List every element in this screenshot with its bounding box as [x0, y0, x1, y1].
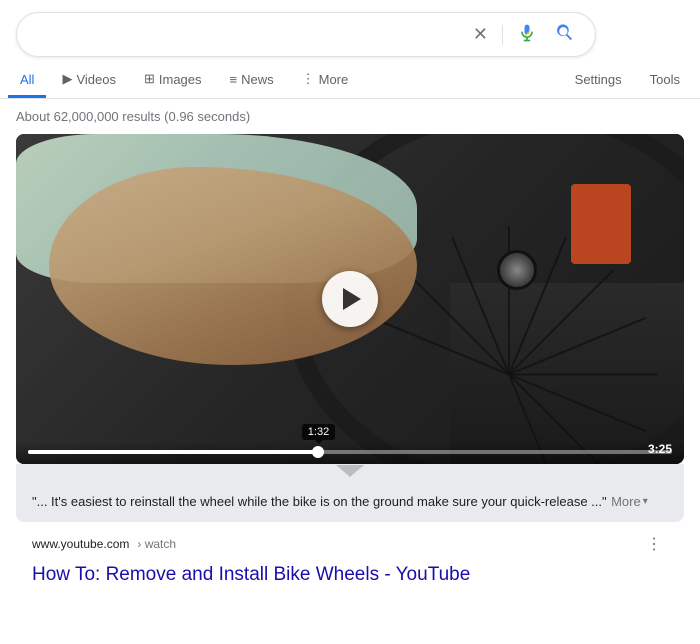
tab-news[interactable]: ≡ News: [218, 64, 286, 98]
tab-images-label: Images: [159, 72, 202, 87]
search-icon: [555, 23, 575, 43]
search-bar: how to install the wheel on a bike ✕: [16, 12, 596, 57]
snippet-more-button[interactable]: More ▾: [611, 494, 648, 509]
source-url-row: www.youtube.com › watch ⋮: [16, 522, 684, 560]
tab-all-label: All: [20, 72, 34, 87]
tab-news-label: News: [241, 72, 274, 87]
tools-button[interactable]: Tools: [638, 64, 692, 98]
tab-more[interactable]: ⋮ More: [290, 63, 361, 98]
nav-right-controls: Settings Tools: [563, 64, 700, 98]
results-count: About 62,000,000 results (0.96 seconds): [0, 99, 700, 134]
voice-search-button[interactable]: [513, 21, 541, 48]
video-result-card: 1:32 3:25: [16, 134, 684, 464]
search-input[interactable]: how to install the wheel on a bike: [33, 26, 469, 44]
settings-button[interactable]: Settings: [563, 64, 634, 98]
progress-bar[interactable]: 1:32: [28, 450, 672, 454]
progress-fill: [28, 450, 318, 454]
images-icon: ⊞: [144, 71, 155, 87]
news-icon: ≡: [230, 72, 238, 87]
tab-images[interactable]: ⊞ Images: [132, 63, 214, 98]
play-triangle-icon: [343, 288, 361, 310]
search-submit-button[interactable]: [551, 21, 579, 48]
duration-label: 3:25: [648, 442, 672, 456]
videos-icon: ▶: [62, 71, 72, 87]
results-count-text: About 62,000,000 results (0.96 seconds): [16, 109, 250, 124]
microphone-icon: [517, 23, 537, 43]
result-title-text: How To: Remove and Install Bike Wheels -…: [32, 564, 470, 585]
wheel-hub: [497, 250, 537, 290]
result-menu-button[interactable]: ⋮: [640, 532, 668, 556]
caret-down-icon: [336, 465, 364, 477]
chevron-down-icon: ▾: [643, 496, 648, 507]
video-thumbnail[interactable]: 1:32 3:25: [16, 134, 684, 464]
icon-divider: [502, 25, 503, 45]
search-header: how to install the wheel on a bike ✕: [0, 0, 700, 57]
source-domain: www.youtube.com: [32, 537, 129, 551]
search-icons: ✕: [469, 21, 579, 48]
spoke-1: [508, 226, 510, 375]
result-title-link[interactable]: How To: Remove and Install Bike Wheels -…: [16, 560, 684, 601]
tab-more-label: More: [319, 72, 349, 87]
snippet-more-label: More: [611, 494, 641, 509]
video-controls: 1:32 3:25: [16, 442, 684, 464]
caret-row: [16, 464, 684, 482]
source-breadcrumb: › watch: [137, 537, 176, 551]
tab-videos[interactable]: ▶ Videos: [50, 63, 128, 98]
clear-search-button[interactable]: ✕: [469, 22, 492, 47]
video-snippet: "... It's easiest to reinstall the wheel…: [16, 482, 684, 522]
play-button[interactable]: [322, 271, 378, 327]
search-tabs: All ▶ Videos ⊞ Images ≡ News ⋮ More Sett…: [0, 57, 700, 99]
current-time-tooltip: 1:32: [302, 424, 335, 440]
more-icon: ⋮: [302, 71, 315, 87]
current-time-label: 1:32: [308, 426, 329, 438]
snippet-text: "... It's easiest to reinstall the wheel…: [32, 494, 607, 509]
tab-all[interactable]: All: [8, 64, 46, 98]
tab-videos-label: Videos: [76, 72, 116, 87]
